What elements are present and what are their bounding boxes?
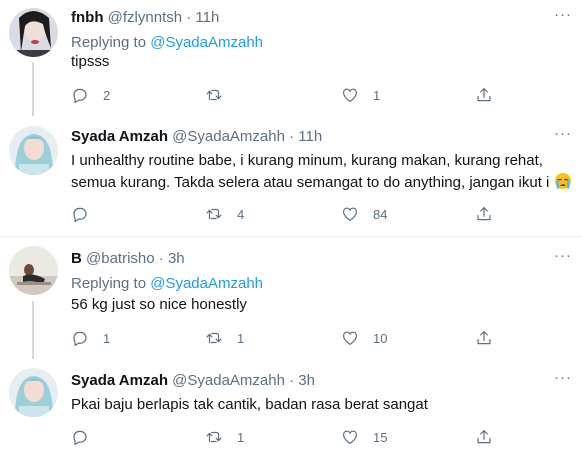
handle[interactable]: @SyadaAmzahh — [172, 372, 285, 389]
reply-button[interactable] — [71, 204, 103, 224]
handle[interactable]: @SyadaAmzahh — [172, 128, 285, 145]
tweet-text: 56 kg just so nice honestly — [71, 296, 247, 313]
like-button[interactable]: 10 — [341, 328, 387, 348]
heart-icon — [343, 207, 357, 221]
retweet-button[interactable] — [205, 85, 237, 105]
reply-count: 2 — [103, 87, 111, 103]
handle[interactable]: @batrisho — [86, 250, 155, 267]
timestamp[interactable]: 3h — [168, 250, 185, 267]
share-icon — [477, 207, 491, 221]
reply-icon — [73, 88, 87, 104]
like-button[interactable]: 84 — [341, 204, 387, 224]
replying-to-label: Replying to — [71, 275, 147, 292]
tweet-actions: 2 1 — [71, 85, 511, 105]
tweet-header: Syada Amzah @SyadaAmzahh · 11h — [71, 127, 322, 146]
timestamp[interactable]: 11h — [298, 128, 322, 145]
share-button[interactable] — [475, 204, 493, 224]
replying-to-label: Replying to — [71, 34, 147, 51]
retweet-button[interactable]: 1 — [205, 427, 244, 447]
like-button[interactable]: 1 — [341, 85, 380, 105]
thread-line — [32, 301, 34, 359]
share-icon — [477, 88, 491, 102]
tweet-text-line: semua kurang. Takda selera atau semangat… — [71, 172, 577, 194]
reply-icon — [73, 331, 87, 347]
more-options-button[interactable]: ··· — [554, 247, 572, 264]
avatar[interactable] — [9, 368, 58, 417]
timestamp[interactable]: 11h — [195, 9, 219, 26]
tweet-actions: 1 1 10 — [71, 328, 511, 348]
heart-icon — [343, 331, 357, 345]
share-button[interactable] — [475, 328, 493, 348]
avatar[interactable] — [9, 246, 58, 295]
display-name[interactable]: B — [71, 250, 82, 267]
tweet-header: Syada Amzah @SyadaAmzahh · 3h — [71, 371, 315, 390]
share-icon — [477, 331, 491, 345]
tweet-text: Pkai baju berlapis tak cantik, badan ras… — [71, 396, 428, 413]
retweet-count: 1 — [237, 429, 245, 445]
replying-to-link[interactable]: @SyadaAmzahh — [150, 275, 263, 292]
display-name[interactable]: fnbh — [71, 9, 103, 26]
reply-button[interactable]: 1 — [71, 328, 110, 348]
like-button[interactable]: 15 — [341, 427, 387, 447]
separator: · — [289, 128, 295, 145]
display-name[interactable]: Syada Amzah — [71, 128, 168, 145]
more-options-button[interactable]: ··· — [554, 369, 572, 386]
avatar[interactable] — [9, 8, 58, 57]
reply-icon — [73, 430, 87, 446]
like-count: 1 — [373, 87, 381, 103]
replying-to-link[interactable]: @SyadaAmzahh — [150, 34, 263, 51]
replying-to: Replying to @SyadaAmzahh — [71, 274, 263, 293]
like-count: 10 — [373, 330, 388, 346]
retweet-icon — [206, 208, 222, 220]
tweet-actions: 1 15 — [71, 427, 511, 447]
crying-face-icon — [554, 172, 571, 190]
replying-to: Replying to @SyadaAmzahh — [71, 33, 263, 52]
reply-button[interactable] — [71, 427, 103, 447]
handle[interactable]: @fzlynntsh — [108, 9, 182, 26]
like-count: 84 — [373, 206, 388, 222]
separator: · — [158, 250, 164, 267]
avatar[interactable] — [9, 126, 58, 175]
retweet-button[interactable]: 1 — [205, 328, 244, 348]
tweet-text: tipsss — [71, 53, 110, 70]
reply-icon — [73, 207, 87, 223]
retweet-count: 1 — [237, 330, 245, 346]
tweet-2[interactable]: Syada Amzah @SyadaAmzahh · 11h ··· I unh… — [0, 118, 582, 236]
reply-button[interactable]: 2 — [71, 85, 110, 105]
heart-icon — [343, 430, 357, 444]
retweet-icon — [206, 332, 222, 344]
tweet-text: I unhealthy routine babe, i kurang minum… — [71, 150, 577, 194]
heart-icon — [343, 88, 357, 102]
tweet-4[interactable]: Syada Amzah @SyadaAmzahh · 3h ··· Pkai b… — [0, 359, 582, 451]
share-button[interactable] — [475, 427, 493, 447]
tweet-text-line: I unhealthy routine babe, i kurang minum… — [71, 152, 543, 169]
like-count: 15 — [373, 429, 388, 445]
share-button[interactable] — [475, 85, 493, 105]
tweet-3[interactable]: B @batrisho · 3h ··· Replying to @SyadaA… — [0, 237, 582, 359]
tweet-header: fnbh @fzlynntsh · 11h — [71, 8, 219, 27]
more-options-button[interactable]: ··· — [554, 125, 572, 142]
tweet-1[interactable]: fnbh @fzlynntsh · 11h ··· Replying to @S… — [0, 0, 582, 118]
timestamp[interactable]: 3h — [298, 372, 315, 389]
retweet-icon — [206, 431, 222, 443]
tweet-text-line-2: semua kurang. Takda selera atau semangat… — [71, 174, 550, 191]
separator: · — [186, 9, 192, 26]
tweet-header: B @batrisho · 3h — [71, 249, 185, 268]
thread-line — [32, 62, 34, 116]
share-icon — [477, 430, 491, 444]
retweet-count: 4 — [237, 206, 245, 222]
retweet-button[interactable]: 4 — [205, 204, 244, 224]
display-name[interactable]: Syada Amzah — [71, 372, 168, 389]
retweet-icon — [206, 89, 222, 101]
more-options-button[interactable]: ··· — [554, 6, 572, 23]
separator: · — [289, 372, 295, 389]
tweet-actions: 4 84 — [71, 204, 511, 224]
reply-count: 1 — [103, 330, 111, 346]
